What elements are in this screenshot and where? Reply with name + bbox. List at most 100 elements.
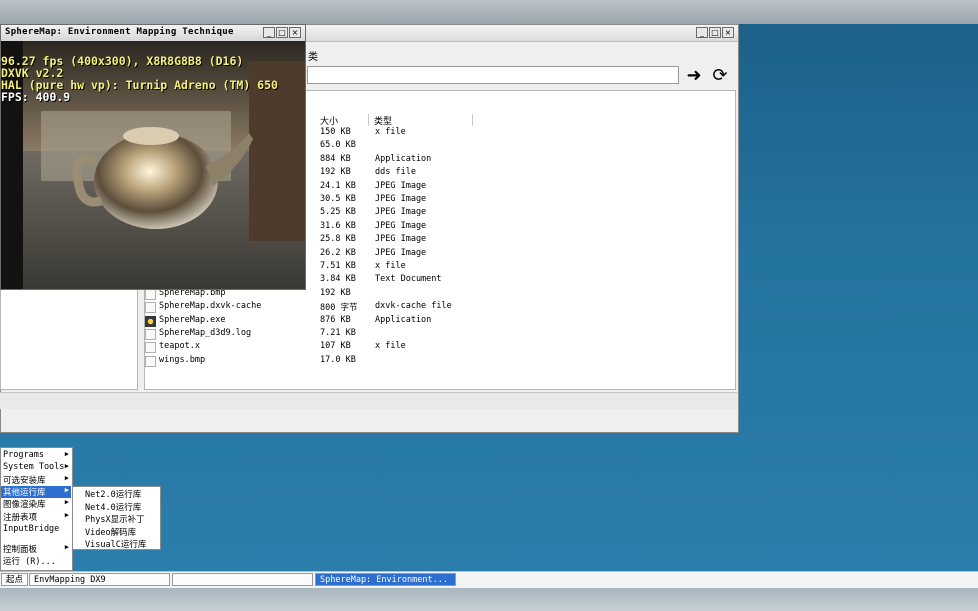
- start-menu-item[interactable]: System Tools ▶: [1, 462, 71, 474]
- start-menu-item-label: Programs: [3, 450, 44, 460]
- file-manager-statusbar: [0, 392, 737, 409]
- submenu-arrow-icon: ▶: [64, 543, 69, 551]
- start-menu-item[interactable]: Programs ▶: [1, 450, 71, 462]
- column-header-size[interactable]: 大小: [318, 114, 369, 127]
- file-type: JPEG Image: [375, 220, 427, 231]
- submenu-item[interactable]: PhysX显示补丁: [85, 513, 145, 525]
- minimize-button[interactable]: _: [263, 27, 275, 38]
- desktop-top-band: [0, 0, 978, 24]
- start-menu-item-label: 注册表项: [3, 513, 38, 523]
- submenu-item[interactable]: Net2.0运行库: [85, 488, 141, 500]
- file-size: 150 KB: [320, 127, 351, 137]
- file-type: JPEG Image: [375, 180, 427, 191]
- file-type: JPEG Image: [375, 194, 427, 204]
- file-name: SphereMap.dxvk-cache: [159, 301, 262, 312]
- file-type: x file: [375, 127, 406, 137]
- start-menu-item-label: 其他运行库: [3, 488, 46, 498]
- start-menu-item[interactable]: 其他运行库 ▶: [1, 486, 71, 498]
- file-size: 192 KB: [320, 287, 351, 298]
- start-menu-item[interactable]: InputBridge: [1, 524, 71, 536]
- start-menu-item-label: InputBridge: [3, 524, 60, 534]
- submenu-arrow-icon: ▶: [64, 498, 69, 506]
- file-type: JPEG Image: [375, 247, 427, 258]
- file-size: 884 KB: [320, 153, 351, 164]
- file-size: 876 KB: [320, 314, 351, 325]
- file-icon: [145, 342, 156, 354]
- file-row[interactable]: wings.bmp 17.0 KB: [145, 355, 735, 368]
- taskbar-item-empty[interactable]: [172, 573, 313, 586]
- file-type: dxvk-cache file: [375, 301, 452, 312]
- taskbar-item-spheremap[interactable]: SphereMap: Environment...: [315, 573, 456, 586]
- submenu-item[interactable]: Net4.0运行库: [85, 501, 141, 513]
- file-name: SphereMap.exe: [159, 314, 226, 325]
- file-size: 17.0 KB: [320, 354, 356, 365]
- file-row[interactable]: SphereMap.exe 876 KB Application: [145, 315, 735, 328]
- close-button[interactable]: ×: [289, 27, 301, 38]
- file-size: 7.21 KB: [320, 328, 356, 338]
- file-type: x file: [375, 341, 406, 352]
- file-size: 65.0 KB: [320, 140, 356, 151]
- taskbar-item-envmapping[interactable]: EnvMapping DX9: [29, 573, 170, 586]
- maximize-button[interactable]: □: [709, 27, 721, 38]
- file-type: Application: [375, 153, 432, 164]
- file-size: 800 字节: [320, 303, 358, 314]
- menu-item-fragment[interactable]: 类: [308, 48, 318, 63]
- start-menu-item[interactable]: 可选安装库 ▶: [1, 474, 71, 486]
- file-name: teapot.x: [159, 341, 200, 352]
- file-type: Text Document: [375, 274, 442, 285]
- address-bar-input[interactable]: [307, 66, 679, 84]
- column-header-type-label: 类型: [374, 117, 393, 127]
- start-menu-item-label: 运行 (R)...: [3, 557, 56, 567]
- arrow-right-icon[interactable]: ➜: [684, 66, 704, 86]
- file-icon: [145, 288, 156, 300]
- close-button[interactable]: ×: [722, 27, 734, 38]
- file-icon: [145, 329, 156, 340]
- refresh-icon[interactable]: ⟳: [710, 66, 730, 86]
- start-menu-item-label: 可选安装库: [3, 476, 46, 486]
- submenu-arrow-icon: ▶: [64, 486, 69, 494]
- file-size: 30.5 KB: [320, 194, 356, 204]
- column-header-type[interactable]: 类型: [372, 114, 473, 127]
- file-name: wings.bmp: [159, 354, 206, 365]
- submenu-item[interactable]: Video解码库: [85, 526, 136, 538]
- teapot-lid: [123, 127, 179, 145]
- maximize-button[interactable]: □: [276, 27, 288, 38]
- file-size: 31.6 KB: [320, 220, 356, 231]
- file-size: 192 KB: [320, 167, 351, 178]
- file-manager-window-buttons: _ □ ×: [696, 27, 734, 38]
- file-type: JPEG Image: [375, 207, 427, 218]
- start-menu-item[interactable]: 控制面板 ▶: [1, 543, 71, 555]
- submenu-arrow-icon: ▶: [64, 462, 69, 470]
- file-icon: [145, 302, 156, 314]
- file-size: 3.84 KB: [320, 274, 356, 285]
- submenu-item[interactable]: VisualC运行库: [85, 538, 146, 550]
- submenu-arrow-icon: ▶: [64, 511, 69, 519]
- file-type: x file: [375, 261, 406, 271]
- file-row[interactable]: SphereMap_d3d9.log 7.21 KB: [145, 328, 735, 341]
- file-size: 26.2 KB: [320, 247, 356, 258]
- start-button[interactable]: 起点: [1, 573, 28, 586]
- start-menu-item[interactable]: 运行 (R)...: [1, 555, 71, 567]
- minimize-button[interactable]: _: [696, 27, 708, 38]
- column-header-size-label: 大小: [320, 117, 339, 127]
- file-size: 107 KB: [320, 341, 351, 352]
- file-size: 24.1 KB: [320, 180, 356, 191]
- spheremap-titlebar[interactable]: SphereMap: Environment Mapping Technique…: [1, 25, 305, 41]
- desktop-bottom-band: [0, 586, 978, 611]
- file-name: SphereMap_d3d9.log: [159, 328, 252, 338]
- file-icon: [145, 355, 156, 367]
- start-menu-item-label: System Tools: [3, 462, 65, 472]
- file-row[interactable]: SphereMap.dxvk-cache 800 字节 dxvk-cache fil…: [145, 301, 735, 314]
- hud-line: FPS: 400.9: [1, 90, 71, 104]
- file-size: 7.51 KB: [320, 261, 356, 271]
- submenu-arrow-icon: ▶: [64, 450, 69, 458]
- file-type: Application: [375, 314, 432, 325]
- file-size: 25.8 KB: [320, 234, 356, 245]
- start-menu-item[interactable]: 注册表项 ▶: [1, 511, 71, 523]
- start-menu-item[interactable]: 图像渲染库 ▶: [1, 498, 71, 510]
- start-menu-item-label: 图像渲染库: [3, 500, 46, 510]
- file-type: JPEG Image: [375, 234, 427, 245]
- file-row[interactable]: teapot.x 107 KB x file: [145, 341, 735, 354]
- taskbar: 起点 EnvMapping DX9 SphereMap: Environment…: [0, 571, 978, 588]
- file-size: 5.25 KB: [320, 207, 356, 218]
